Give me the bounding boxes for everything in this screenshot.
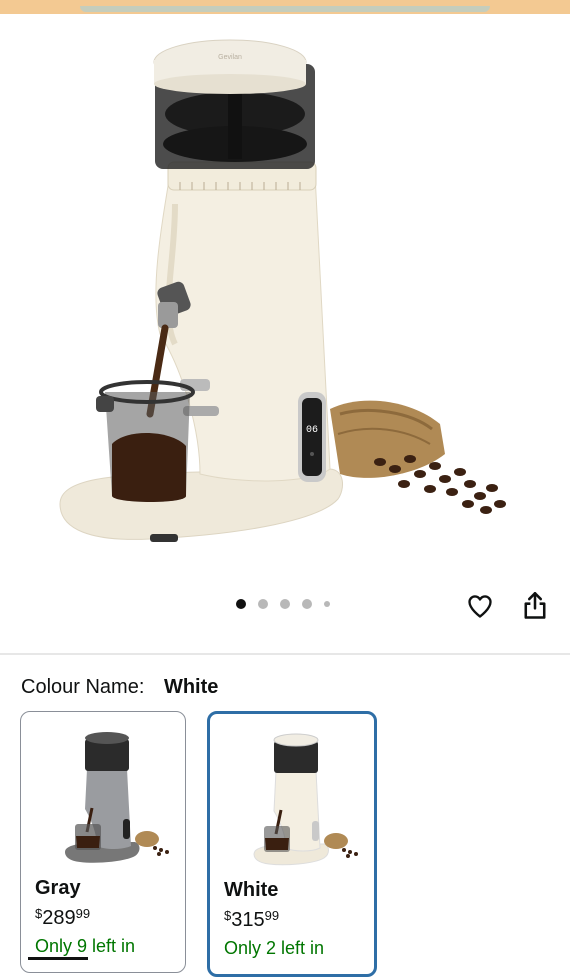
colour-label: Colour Name: [21, 676, 145, 698]
colour-option-white[interactable]: White $31599 Only 2 left in [207, 711, 377, 977]
colour-selector-heading: Colour Name: White [21, 676, 218, 699]
stock-availability: Only 2 left in [224, 938, 325, 958]
colour-option-gray[interactable]: Gray $28999 Only 9 left in [20, 711, 186, 973]
share-icon[interactable] [521, 591, 549, 621]
option-name: White [224, 879, 279, 901]
gray-product-thumbnail [65, 732, 169, 863]
price-fraction: 99 [75, 906, 91, 921]
option-name: Gray [35, 877, 81, 899]
top-banner-accent [80, 6, 490, 12]
price-whole: 289 [42, 907, 76, 929]
option-price: $28999 [35, 906, 90, 930]
carousel-dot-5[interactable] [324, 601, 330, 607]
carousel-dot-4[interactable] [302, 599, 312, 609]
coffee-bag-illustration [330, 400, 506, 514]
grinder-display-reading: 06 [306, 425, 318, 436]
image-carousel-indicator[interactable] [236, 599, 330, 609]
brand-mark: Gevilan [218, 54, 242, 61]
option-price: $31599 [224, 908, 279, 932]
product-hero-image[interactable]: Gevilan 06 [0, 14, 570, 594]
selected-colour-value: White [163, 676, 219, 698]
carousel-dot-1[interactable] [236, 599, 246, 609]
price-fraction: 99 [264, 908, 280, 923]
carousel-dot-2[interactable] [258, 599, 268, 609]
stock-availability: Only 9 left in [35, 936, 136, 956]
heart-icon[interactable] [466, 592, 494, 620]
carousel-dot-3[interactable] [280, 599, 290, 609]
price-whole: 315 [231, 909, 265, 931]
top-banner-strip [0, 0, 570, 14]
section-divider [0, 653, 570, 655]
white-product-thumbnail [253, 733, 358, 866]
